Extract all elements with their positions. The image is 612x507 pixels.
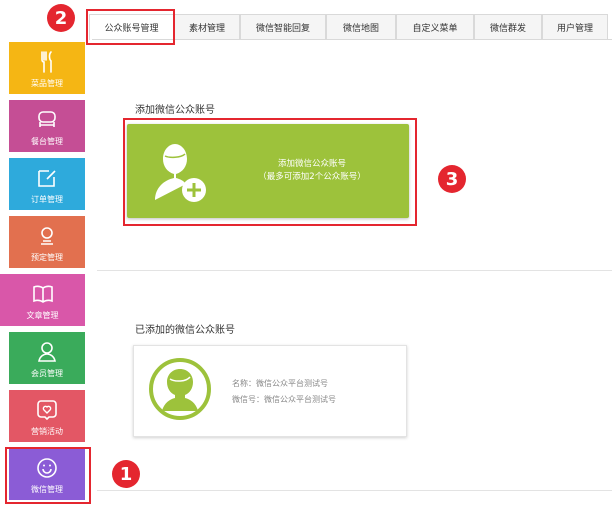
reservation-icon [41, 227, 53, 245]
sidebar-item-label: 订单管理 [31, 195, 63, 204]
tab-mass-send[interactable]: 微信群发 [474, 14, 542, 40]
book-icon [32, 285, 53, 303]
bottom-divider [97, 490, 612, 491]
sidebar-item-members[interactable]: 会员管理 [9, 332, 85, 384]
annotation-number-3: 3 [438, 165, 466, 193]
heart-chat-icon [37, 400, 57, 421]
account-avatar-icon [149, 358, 211, 420]
sidebar-item-orders[interactable]: 订单管理 [9, 158, 85, 210]
sidebar-item-label: 文章管理 [26, 311, 59, 320]
account-card[interactable]: 名称：微信公众平台测试号 微信号：微信公众平台测试号 [133, 345, 407, 437]
tab-smart-reply[interactable]: 微信智能回复 [240, 14, 326, 40]
sidebar-item-dishes[interactable]: 菜品管理 [9, 42, 85, 94]
tab-materials[interactable]: 素材管理 [174, 14, 240, 40]
tab-user-management[interactable]: 用户管理 [542, 14, 608, 40]
annotation-number-1: 1 [112, 460, 140, 488]
dining-table-icon [38, 111, 56, 127]
annotation-box-tab [86, 9, 175, 45]
sidebar-item-label: 菜品管理 [31, 79, 63, 88]
annotation-box-sidebar [5, 447, 91, 504]
add-section-title: 添加微信公众账号 [135, 105, 215, 116]
tab-wechat-map[interactable]: 微信地图 [326, 14, 396, 40]
sidebar-item-label: 餐台管理 [31, 137, 63, 146]
section-divider [97, 270, 612, 271]
sidebar-item-reservations[interactable]: 预定管理 [9, 216, 85, 268]
account-name: 名称：微信公众平台测试号 [232, 379, 328, 388]
utensils-icon [41, 51, 52, 73]
annotation-box-add-button [123, 118, 417, 226]
annotation-number-2: 2 [47, 4, 75, 32]
sidebar: 菜品管理 餐台管理 订单管理 预定管理 文章管理 会员管理 营销活动 微信管理 [0, 0, 92, 507]
sidebar-item-label: 会员管理 [31, 369, 63, 378]
account-wechat-id: 微信号：微信公众平台测试号 [232, 395, 336, 404]
tab-custom-menu[interactable]: 自定义菜单 [396, 14, 474, 40]
sidebar-item-articles[interactable]: 文章管理 [0, 274, 85, 326]
sidebar-item-marketing[interactable]: 营销活动 [9, 390, 85, 442]
order-edit-icon [38, 170, 56, 187]
added-section-title: 已添加的微信公众账号 [135, 325, 235, 336]
sidebar-item-label: 营销活动 [31, 427, 63, 436]
sidebar-item-label: 预定管理 [31, 253, 63, 262]
member-icon [38, 342, 56, 362]
sidebar-item-tables[interactable]: 餐台管理 [9, 100, 85, 152]
